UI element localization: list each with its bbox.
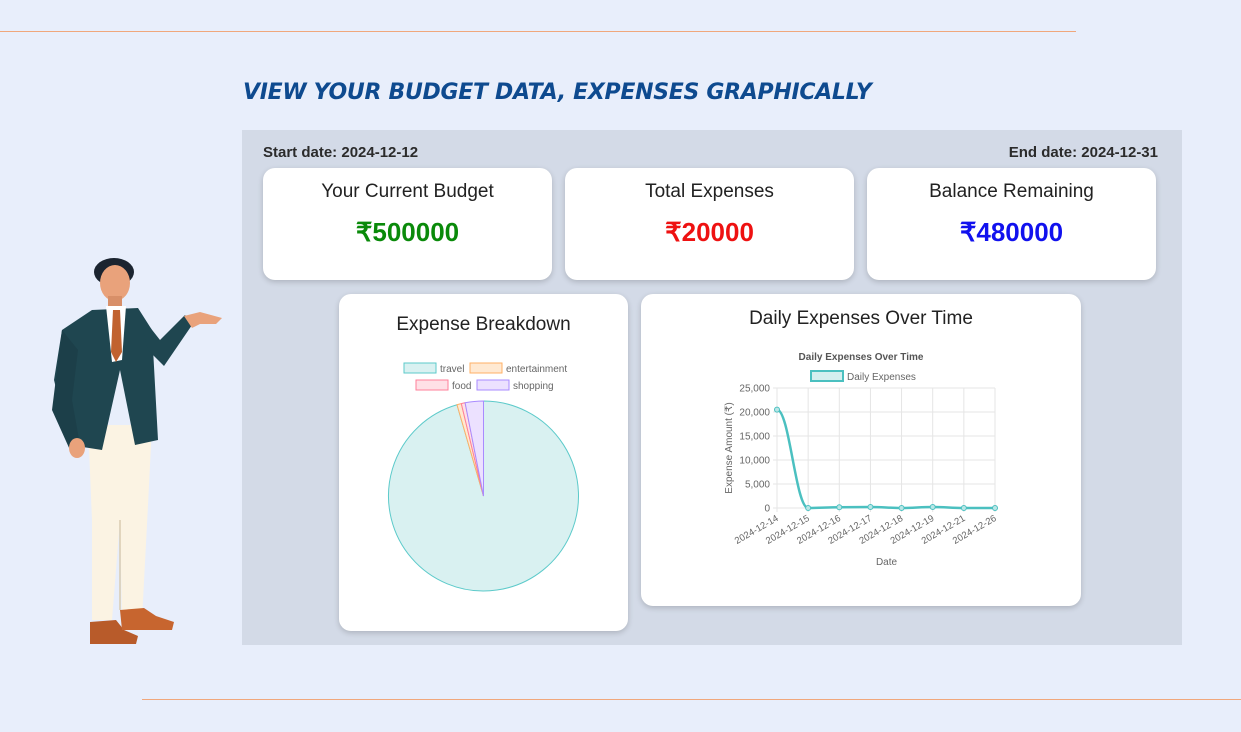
y-tick-label: 0 [764,504,770,515]
daily-expenses-line-chart: Daily Expenses Over Time Daily Expenses 0 5… [724,352,999,568]
expense-breakdown-title: Expense Breakdown [396,314,571,335]
budget-label: Your Current Budget [321,181,494,202]
y-axis-title: Expense Amount (₹) [724,402,735,493]
legend-swatch-entertainment [469,362,503,374]
legend-swatch-travel [403,362,437,374]
daily-expenses-title: Daily Expenses Over Time [749,308,973,329]
data-point [898,505,905,511]
series-line-daily-expenses [776,408,995,510]
expense-pie-chart: travel entertainment food shopping [388,362,579,592]
x-axis-title: Date [876,557,898,568]
expenses-value: ₹20000 [665,217,754,247]
data-point [805,505,812,511]
y-tick-label: 5,000 [745,480,770,491]
expense-breakdown-card: Expense Breakdown travel entertainment foo… [339,294,628,631]
legend-label-entertainment: entertainment [506,364,567,375]
budget-card: Your Current Budget ₹500000 [263,168,552,280]
balance-value: ₹480000 [959,217,1064,247]
bottom-divider [142,699,1241,700]
legend-swatch-food [415,379,449,391]
legend-swatch-daily-expenses [810,370,844,382]
end-date: End date: 2024-12-31 [1008,144,1158,161]
y-tick-label: 25,000 [739,384,770,395]
balance-label: Balance Remaining [929,181,1094,202]
page-title: VIEW YOUR BUDGET DATA, EXPENSES GRAPHICA… [243,80,872,105]
data-point [836,504,843,511]
chart-title: Daily Expenses Over Time [799,352,924,363]
top-divider [0,31,1076,32]
legend-label-shopping: shopping [513,381,554,392]
legend-swatch-shopping [476,379,510,391]
legend-label-travel: travel [440,364,464,375]
data-point [774,406,780,413]
dashboard-panel: Start date: 2024-12-12 End date: 2024-12… [242,130,1182,645]
data-point [929,504,936,511]
presenter-illustration [52,258,222,644]
start-date: Start date: 2024-12-12 [263,144,419,161]
expenses-label: Total Expenses [645,181,774,202]
legend-label-daily-expenses: Daily Expenses [847,372,916,383]
daily-expenses-card: Daily Expenses Over Time Daily Expenses … [641,294,1081,606]
expenses-card: Total Expenses ₹20000 [565,168,854,280]
balance-card: Balance Remaining ₹480000 [867,168,1156,280]
data-point [992,505,998,511]
budget-value: ₹500000 [355,217,460,247]
y-tick-label: 20,000 [739,408,770,419]
y-tick-label: 10,000 [739,456,770,467]
y-tick-label: 15,000 [739,432,770,443]
data-point [960,505,967,511]
data-point [867,504,874,511]
legend-label-food: food [452,381,471,392]
